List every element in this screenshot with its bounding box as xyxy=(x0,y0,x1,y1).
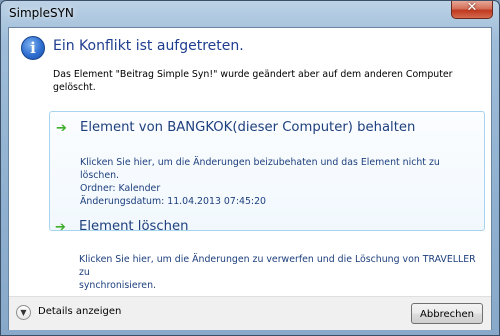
information-icon: i xyxy=(21,36,45,60)
cancel-button[interactable]: Abbrechen xyxy=(411,303,483,324)
title-bar[interactable]: SimpleSYN ✕ xyxy=(1,0,499,27)
close-button[interactable]: ✕ xyxy=(451,0,493,19)
details-label: Details anzeigen xyxy=(38,306,122,317)
close-icon: ✕ xyxy=(466,0,478,15)
chevron-down-icon[interactable]: ▼ xyxy=(16,305,31,320)
dialog-window: SimpleSYN ✕ i Ein Konflikt ist aufgetret… xyxy=(0,0,500,336)
option-title: Element löschen xyxy=(79,219,189,234)
window-title: SimpleSYN xyxy=(9,6,74,20)
option-description-line: Klicken Sie hier, um die Änderungen zu v… xyxy=(79,254,476,278)
option-title: Element von BANGKOK(dieser Computer) beh… xyxy=(80,120,416,135)
conflict-message: Das Element "Beitrag Simple Syn!" wurde … xyxy=(53,69,453,93)
option-folder-line: Ordner: Kalender xyxy=(80,183,161,194)
dialog-content: i Ein Konflikt ist aufgetreten. Das Elem… xyxy=(8,27,492,330)
main-instruction: Ein Konflikt ist aufgetreten. xyxy=(53,38,244,54)
option-description: Klicken Sie hier, um die Änderungen zu v… xyxy=(79,253,479,292)
dialog-footer: ▼ Details anzeigen Abbrechen xyxy=(9,296,491,330)
option-description: Klicken Sie hier, um die Änderungen beiz… xyxy=(80,156,480,208)
green-arrow-icon: ➔ xyxy=(56,121,67,136)
option-description-line: synchronisieren. xyxy=(79,280,156,291)
option-description-line: Klicken Sie hier, um die Änderungen beiz… xyxy=(80,157,440,181)
option-date-line: Änderungsdatum: 11.04.2013 07:45:20 xyxy=(80,196,266,207)
green-arrow-icon: ➔ xyxy=(55,220,66,235)
delete-element-option[interactable]: ➔ Element löschen Klicken Sie hier, um d… xyxy=(49,211,485,291)
